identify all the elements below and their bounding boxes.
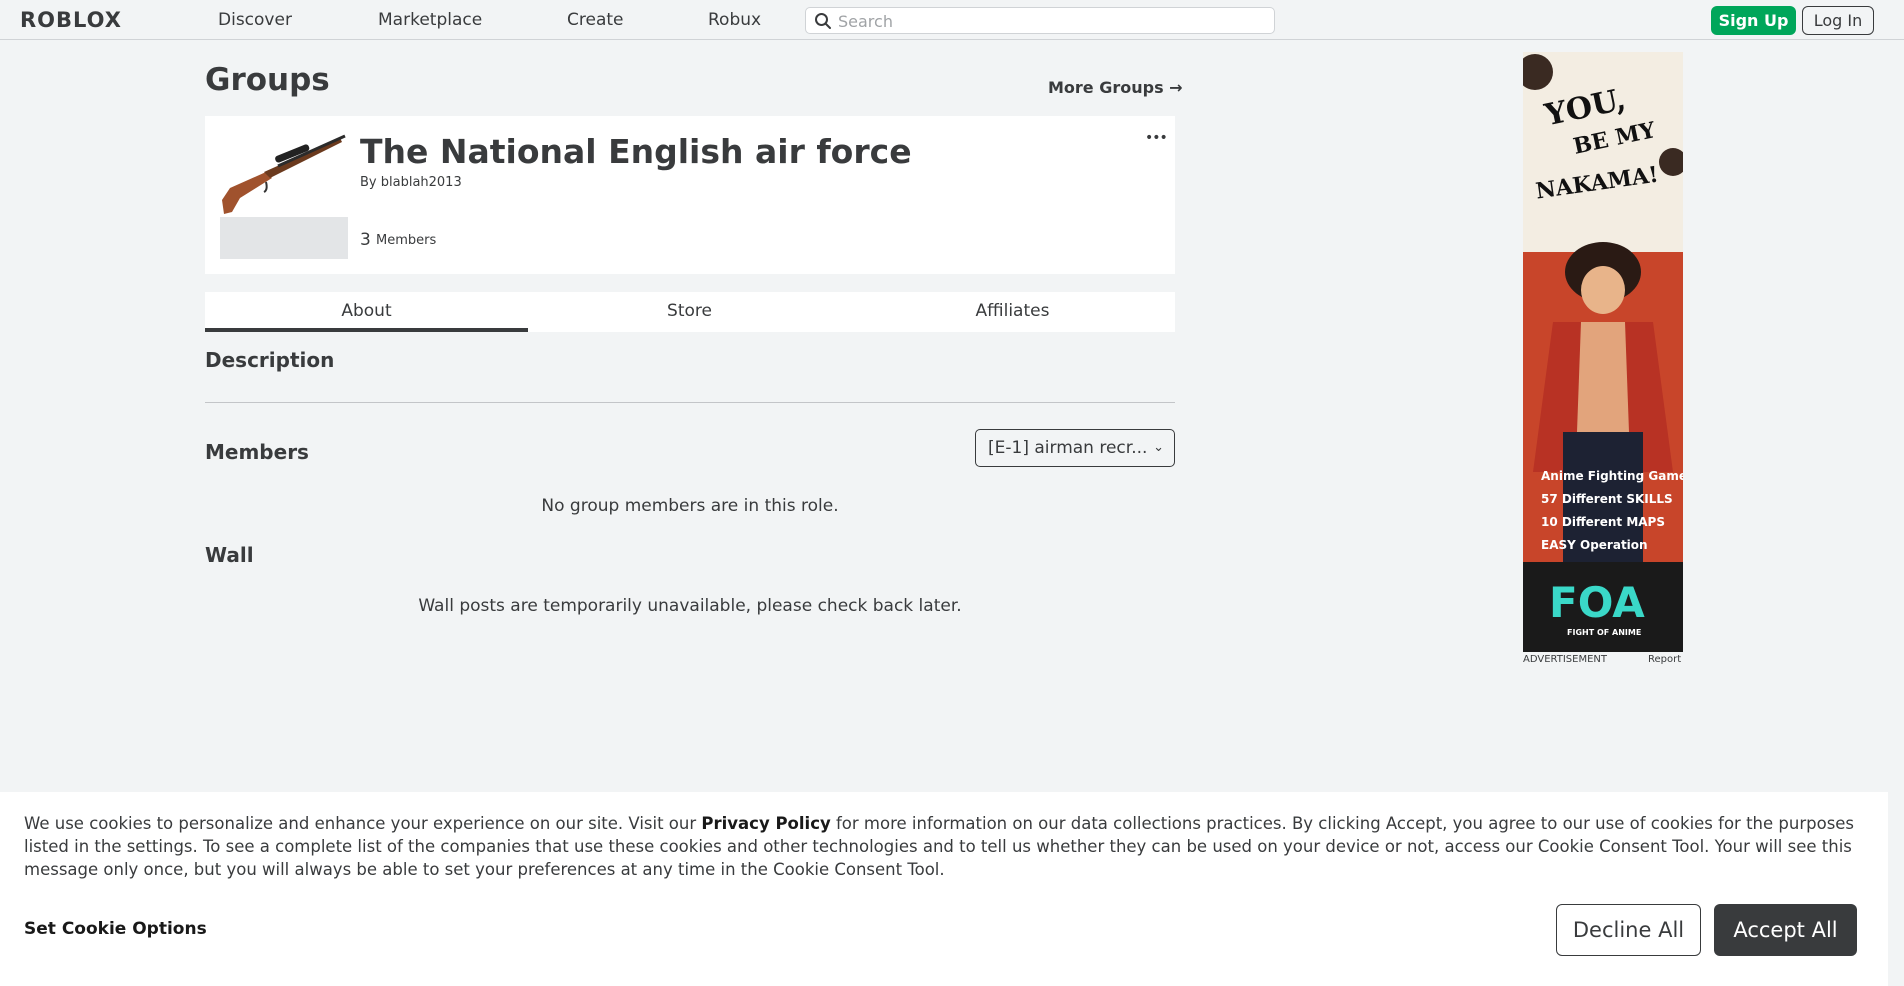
tab-affiliates[interactable]: Affiliates	[851, 292, 1174, 332]
more-groups-link[interactable]: More Groups →	[1048, 78, 1183, 97]
ad-feature-4: EASY Operation	[1541, 538, 1648, 552]
accept-all-button[interactable]: Accept All	[1714, 904, 1857, 956]
members-heading: Members	[205, 440, 309, 464]
search-box[interactable]	[805, 7, 1275, 34]
nav-create[interactable]: Create	[567, 10, 624, 30]
tab-store[interactable]: Store	[528, 292, 851, 332]
group-owner[interactable]: By blablah2013	[360, 175, 462, 190]
log-in-button[interactable]: Log In	[1802, 6, 1874, 35]
more-options-icon[interactable]: •••	[1145, 130, 1168, 146]
search-input[interactable]	[838, 10, 1258, 32]
role-dropdown[interactable]: [E-1] airman recr... ⌄	[975, 429, 1175, 467]
nav-discover[interactable]: Discover	[218, 10, 292, 30]
top-navigation-bar: ROBLOX Discover Marketplace Create Robux…	[0, 0, 1904, 40]
members-empty-message: No group members are in this role.	[541, 496, 839, 516]
role-dropdown-value: [E-1] airman recr...	[988, 438, 1148, 458]
group-emblem-image	[220, 128, 348, 218]
chevron-down-icon: ⌄	[1153, 440, 1164, 455]
member-count-label: Members	[376, 233, 437, 248]
sign-up-button[interactable]: Sign Up	[1711, 6, 1796, 35]
cookie-message: We use cookies to personalize and enhanc…	[24, 812, 1864, 881]
ad-feature-1: Anime Fighting Game	[1541, 469, 1683, 483]
ad-brand-logo: FOA	[1549, 578, 1645, 627]
tab-about[interactable]: About	[205, 292, 528, 332]
member-count: 3	[360, 230, 371, 250]
roblox-logo[interactable]: ROBLOX	[20, 8, 122, 32]
group-header-card: The National English air force By blabla…	[205, 116, 1175, 274]
rifle-icon	[222, 134, 346, 214]
advertisement-label: ADVERTISEMENT	[1523, 654, 1608, 665]
decline-all-button[interactable]: Decline All	[1556, 904, 1701, 956]
wall-empty-message: Wall posts are temporarily unavailable, …	[418, 596, 962, 616]
ad-feature-3: 10 Different MAPS	[1541, 515, 1665, 529]
advertisement-artwork: YOU, BE MY NAKAMA! Anime Fighting Game 5…	[1523, 52, 1683, 652]
cookie-text-before: We use cookies to personalize and enhanc…	[24, 814, 702, 833]
nav-robux[interactable]: Robux	[708, 10, 761, 30]
cookie-consent-banner: We use cookies to personalize and enhanc…	[0, 792, 1888, 986]
ad-feature-2: 57 Different SKILLS	[1541, 492, 1673, 506]
nav-marketplace[interactable]: Marketplace	[378, 10, 482, 30]
group-tabs: About Store Affiliates	[205, 292, 1175, 332]
group-emblem-placeholder	[220, 217, 348, 259]
report-ad-link[interactable]: Report	[1648, 654, 1681, 665]
privacy-policy-link[interactable]: Privacy Policy	[701, 814, 830, 833]
divider	[205, 402, 1175, 403]
set-cookie-options-link[interactable]: Set Cookie Options	[24, 919, 207, 939]
ad-brand-subtitle: FIGHT OF ANIME	[1567, 628, 1641, 637]
search-icon	[815, 13, 831, 29]
group-name: The National English air force	[360, 132, 912, 171]
wall-heading: Wall	[205, 543, 254, 567]
description-heading: Description	[205, 348, 335, 372]
advertisement-banner[interactable]: YOU, BE MY NAKAMA! Anime Fighting Game 5…	[1523, 52, 1683, 652]
page-title: Groups	[205, 62, 330, 98]
